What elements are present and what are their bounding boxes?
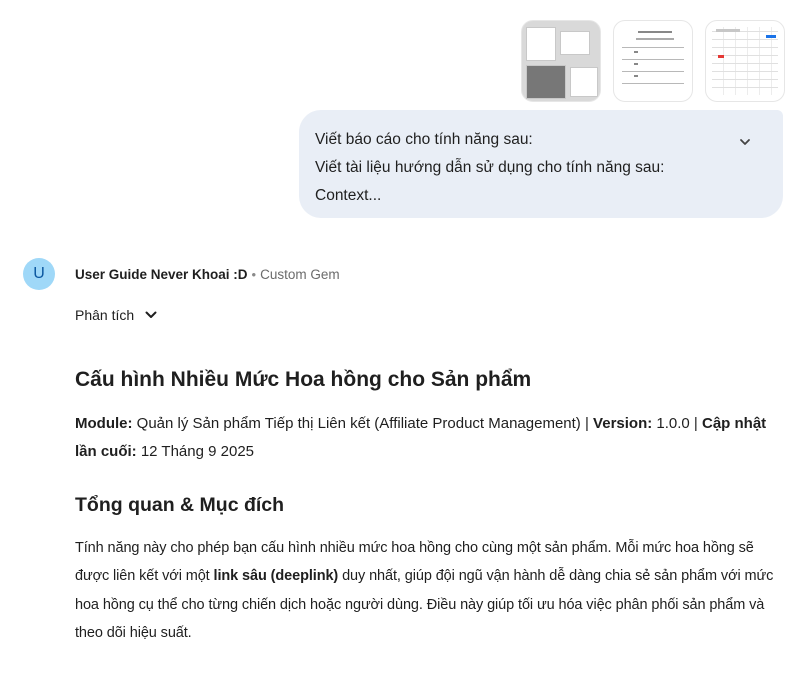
- prompt-line: Viết báo cáo cho tính năng sau:: [315, 131, 533, 148]
- analysis-toggle[interactable]: Phân tích: [75, 307, 158, 323]
- document-meta: Module: Quản lý Sản phẩm Tiếp thị Liên k…: [75, 410, 781, 466]
- gem-name: User Guide Never Khoai :D: [75, 266, 248, 282]
- module-label: Module:: [75, 415, 133, 432]
- overview-paragraph: Tính năng này cho phép bạn cấu hình nhiề…: [75, 534, 781, 647]
- gem-tag: Custom Gem: [260, 266, 340, 282]
- version-value: 1.0.0 |: [652, 415, 702, 432]
- user-prompt-bubble: Viết báo cáo cho tính năng sau: Viết tài…: [299, 110, 783, 218]
- updated-value: 12 Tháng 9 2025: [136, 443, 254, 460]
- module-value: Quản lý Sản phẩm Tiếp thị Liên kết (Affi…: [132, 415, 594, 432]
- expand-prompt-button[interactable]: [733, 130, 757, 154]
- prompt-line: Viết tài liệu hướng dẫn sử dụng cho tính…: [315, 159, 665, 176]
- chevron-down-icon: [145, 311, 157, 318]
- response-content: Cấu hình Nhiều Mức Hoa hồng cho Sản phẩm…: [75, 364, 781, 647]
- section-title: Tổng quan & Mục đích: [75, 494, 285, 516]
- document-title: Cấu hình Nhiều Mức Hoa hồng cho Sản phẩm: [75, 368, 532, 391]
- gem-separator: •: [251, 266, 257, 282]
- deeplink-term: link sâu (deeplink): [213, 568, 339, 585]
- gem-header: U User Guide Never Khoai :D • Custom Gem: [23, 258, 340, 290]
- attachment-thumbnail[interactable]: [613, 20, 693, 102]
- chevron-down-icon: [740, 139, 750, 145]
- attachment-thumbnails: [521, 20, 785, 102]
- version-label: Version:: [593, 415, 653, 432]
- avatar: U: [23, 258, 55, 290]
- attachment-thumbnail[interactable]: [705, 20, 785, 102]
- attachment-thumbnail[interactable]: [521, 20, 601, 102]
- analysis-label: Phân tích: [75, 307, 135, 323]
- prompt-line: Context...: [315, 187, 382, 204]
